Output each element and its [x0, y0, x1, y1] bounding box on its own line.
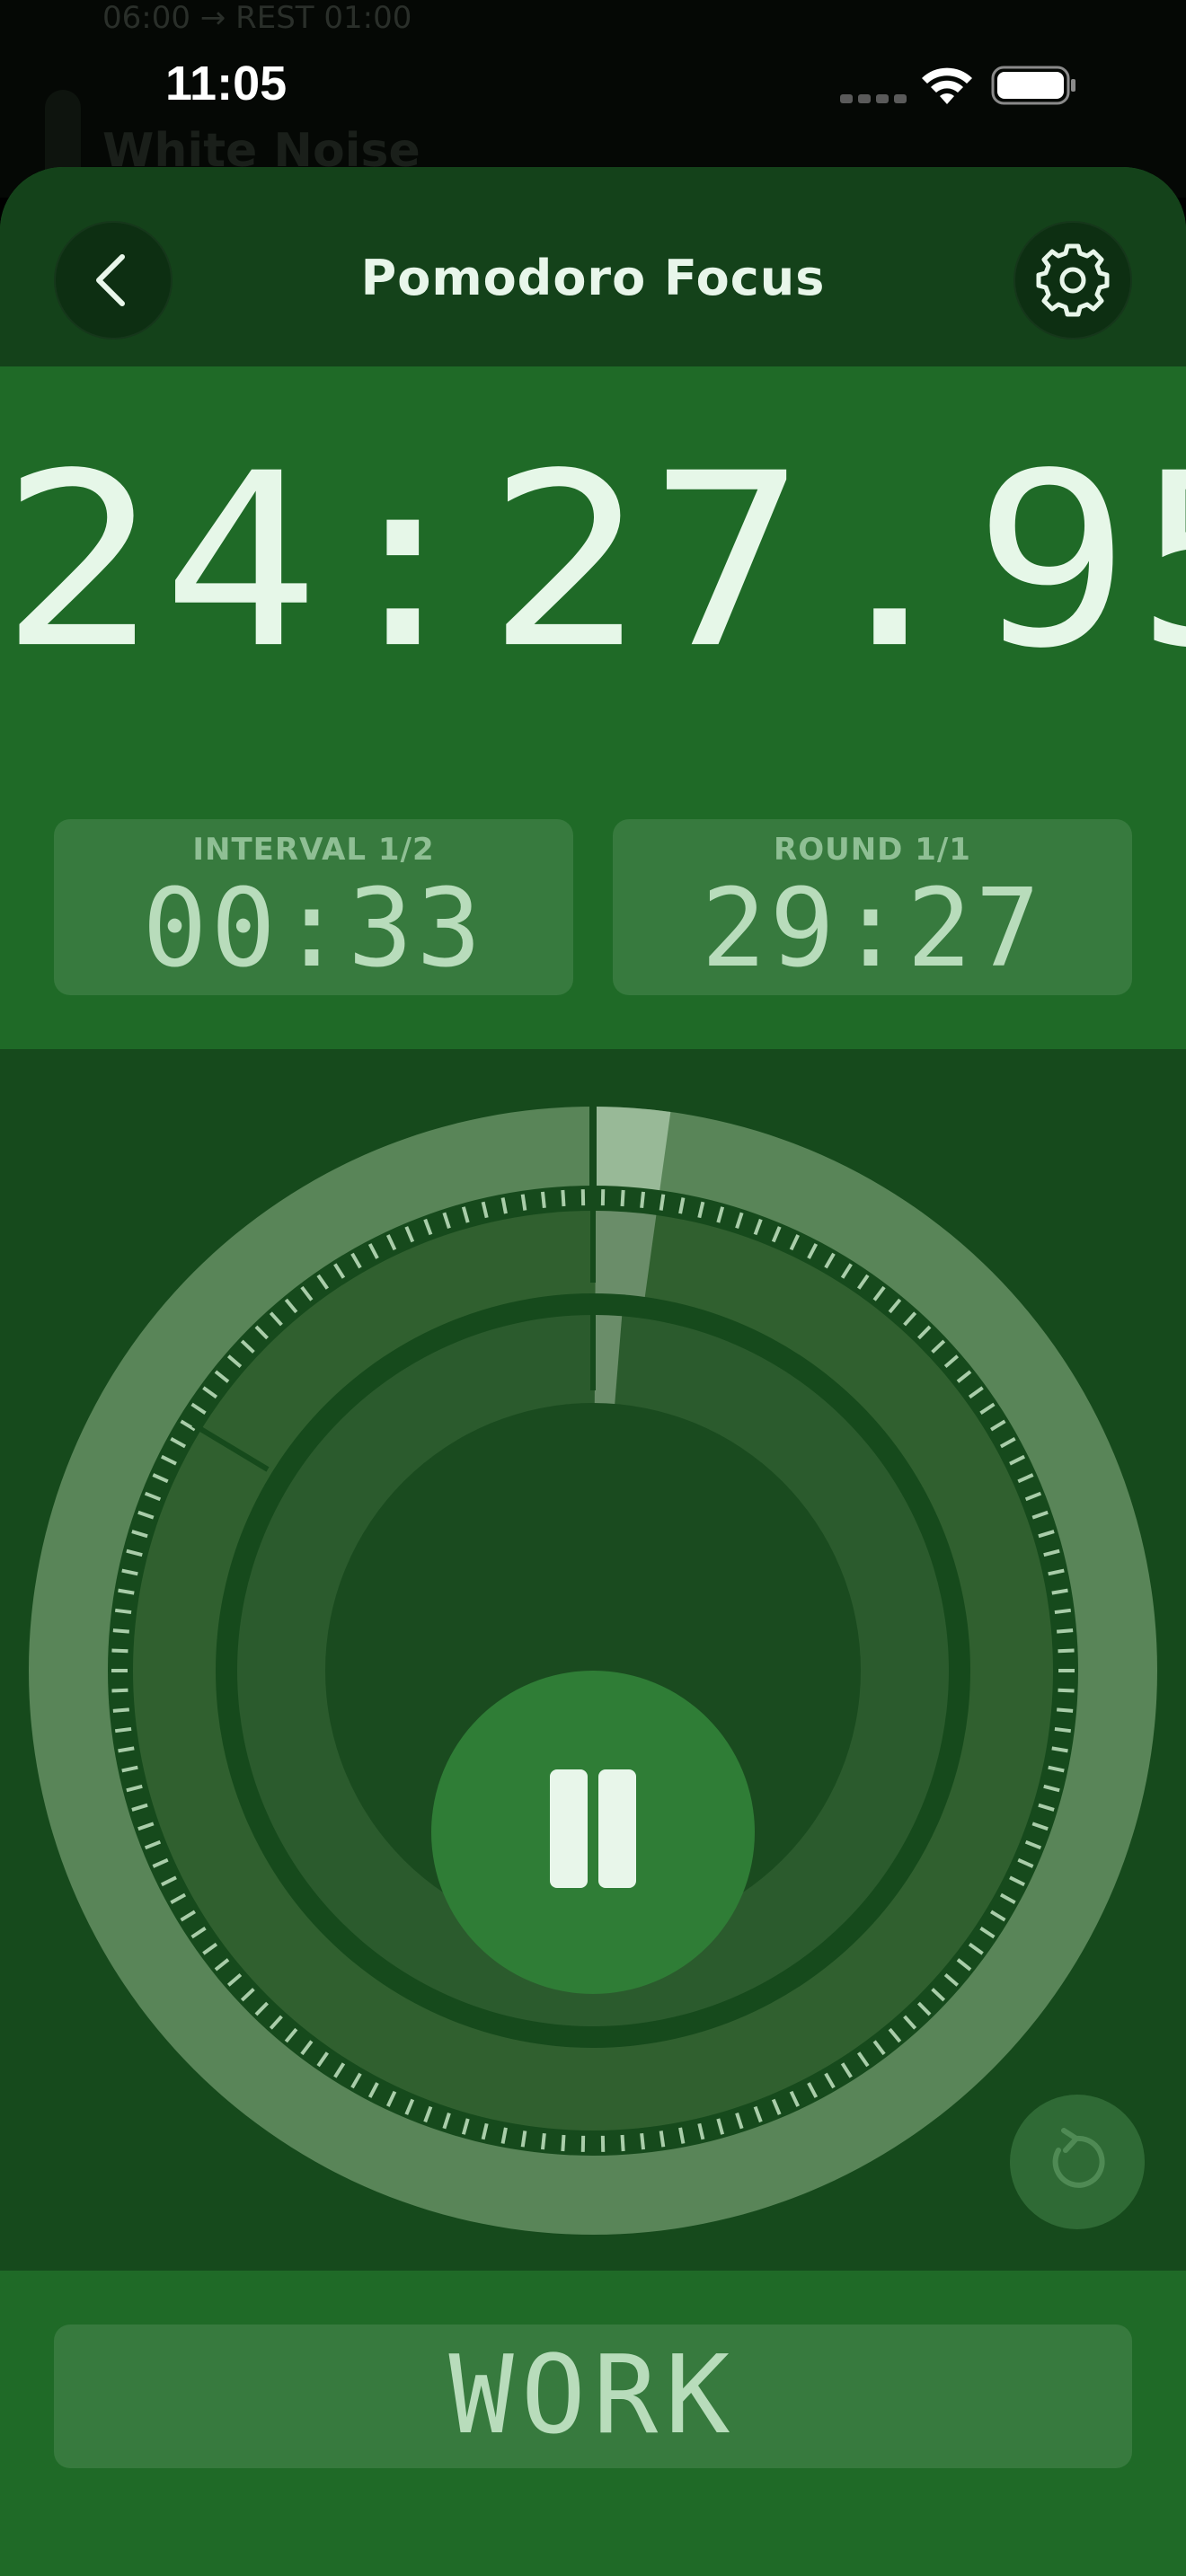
- cellular-signal-icon: [840, 90, 912, 107]
- mode-label: WORK: [448, 2333, 738, 2458]
- dial-tick: [659, 2130, 666, 2148]
- dial-tick: [1058, 1688, 1075, 1693]
- dial-tick: [540, 1191, 546, 1209]
- dial-tick: [114, 1608, 132, 1615]
- interval-card: INTERVAL 1/2 00:33: [54, 819, 573, 995]
- dial-tick: [111, 1648, 128, 1654]
- dial-tick: [1057, 1707, 1074, 1713]
- dial-tick: [561, 1189, 566, 1207]
- round-label: ROUND 1/1: [774, 832, 971, 868]
- nav-bar: Pomodoro Focus: [0, 167, 1186, 366]
- dial-tick: [540, 2132, 546, 2150]
- timer-dial: [0, 1049, 1186, 2271]
- progress-rings: [29, 1103, 1157, 2235]
- pomodoro-sheet: Pomodoro Focus 24:27.95 INTERVAL 1/2 00:…: [0, 167, 1186, 2576]
- dial-tick: [520, 1194, 527, 1211]
- round-card: ROUND 1/1 29:27: [613, 819, 1132, 995]
- pause-button[interactable]: [431, 1671, 755, 1994]
- dial-tick: [114, 1726, 132, 1734]
- dial-tick: [112, 1628, 129, 1634]
- dial-tick: [561, 2134, 566, 2152]
- mode-section: WORK: [0, 2271, 1186, 2576]
- mode-card: WORK: [54, 2325, 1132, 2468]
- dial-tick: [520, 2130, 527, 2148]
- page-title: Pomodoro Focus: [360, 250, 826, 306]
- gear-icon: [1036, 243, 1110, 317]
- dial-tick: [640, 2132, 646, 2150]
- dial-tick: [1057, 1628, 1074, 1634]
- reset-button[interactable]: [1010, 2095, 1145, 2229]
- wifi-icon: [922, 67, 972, 104]
- interval-label: INTERVAL 1/2: [192, 832, 435, 868]
- dial-tick: [1054, 1726, 1072, 1734]
- dial-tick: [111, 1688, 128, 1693]
- status-time: 11:05: [165, 57, 288, 110]
- dial-tick: [640, 1191, 646, 1209]
- dial-tick: [1054, 1608, 1072, 1615]
- status-bar: 11:05: [0, 0, 1186, 171]
- dial-tick: [112, 1707, 129, 1713]
- round-timer: 29:27: [701, 867, 1044, 992]
- dial-tick: [1058, 1648, 1075, 1654]
- settings-button[interactable]: [1013, 221, 1132, 340]
- reset-icon: [1052, 2128, 1105, 2188]
- dial-tick: [620, 1189, 625, 1207]
- main-timer: 24:27.95: [0, 422, 1186, 701]
- dial-tick: [659, 1194, 666, 1211]
- dial-tick: [620, 2134, 625, 2152]
- battery-icon: [991, 66, 1075, 105]
- interval-timer: 00:33: [142, 867, 485, 992]
